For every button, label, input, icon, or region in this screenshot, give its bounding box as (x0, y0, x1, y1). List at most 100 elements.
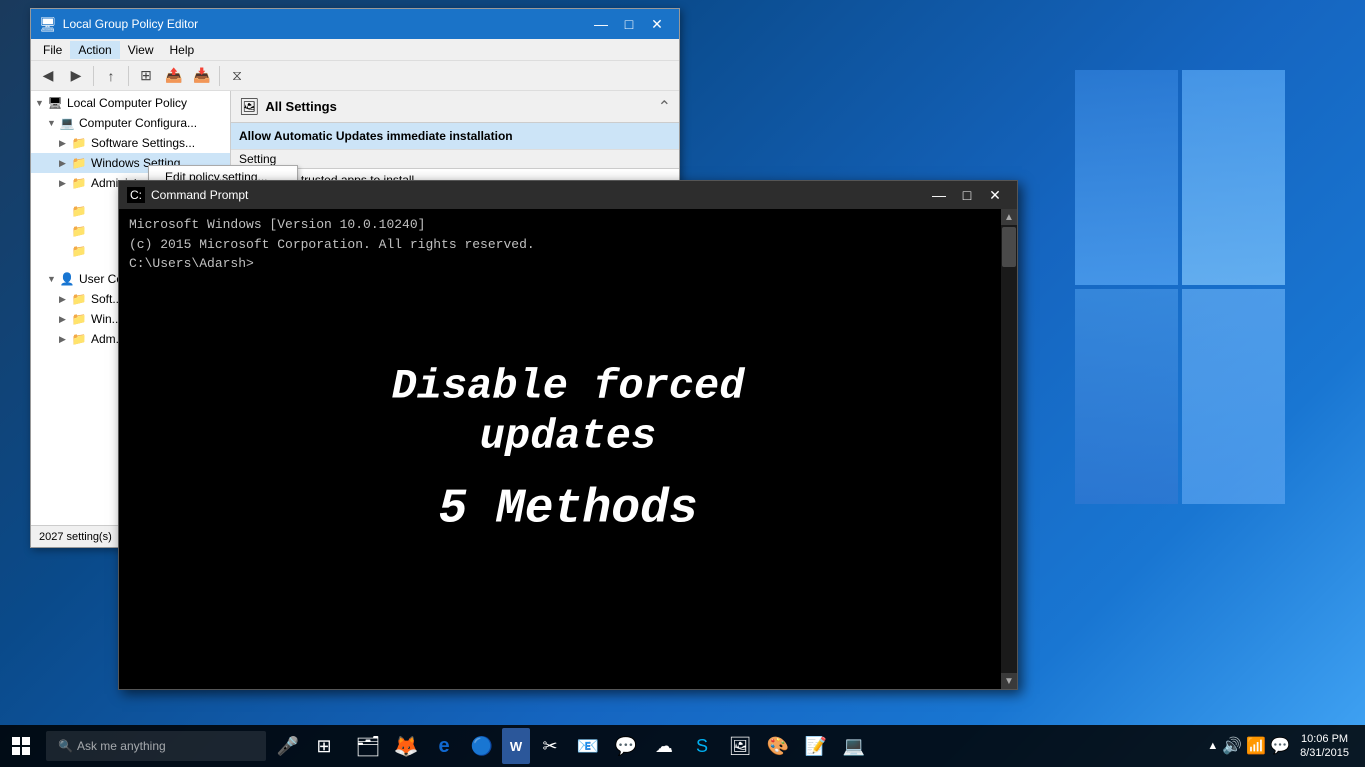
cmd-scroll-thumb[interactable] (1002, 227, 1016, 267)
tray-volume-icon[interactable]: 🔊 (1222, 736, 1242, 756)
taskbar-cmd-icon[interactable]: 💻 (836, 728, 872, 764)
all-settings-title: All Settings (265, 99, 337, 114)
toolbar-forward-button[interactable]: ▶ (63, 64, 89, 88)
all-settings-sort-icon[interactable]: ⌃ (658, 97, 671, 117)
tree-icon-software: 📁 (71, 135, 87, 151)
highlighted-setting[interactable]: Allow Automatic Updates immediate instal… (231, 123, 679, 150)
taskbar-onedrive-icon[interactable]: ☁ (646, 728, 682, 764)
all-settings-icon: 🖼 (239, 97, 259, 117)
cmd-prompt: C:\Users\Adarsh> (129, 254, 1007, 274)
toolbar-filter-button[interactable]: ⧖ (224, 64, 250, 88)
taskbar-microphone-button[interactable]: 🎤 (270, 728, 306, 764)
tree-item-software-settings[interactable]: ▶ 📁 Software Settings... (31, 133, 230, 153)
toolbar-show-hide-button[interactable]: ⊞ (133, 64, 159, 88)
taskbar: 🔍 Ask me anything 🎤 ⊞ 🗂 🦊 e 🔵 W ✂ 📧 💬 ☁ … (0, 725, 1365, 767)
cmd-close-button[interactable]: ✕ (981, 182, 1009, 208)
toolbar-separator-3 (219, 66, 220, 86)
taskbar-chrome-icon[interactable]: 🔵 (464, 728, 500, 764)
desktop: 🖥 Local Group Policy Editor — □ ✕ File A… (0, 0, 1365, 767)
taskbar-firefox-icon[interactable]: 🦊 (388, 728, 424, 764)
col-header-setting: Setting (239, 152, 671, 166)
tree-item-computer-config[interactable]: ▼ 💻 Computer Configura... (31, 113, 230, 133)
tree-icon-root: 🖥 (47, 95, 63, 111)
taskbar-search-bar[interactable]: 🔍 Ask me anything (46, 731, 266, 761)
toolbar-separator-2 (128, 66, 129, 86)
tree-icon-user-windows: 📁 (71, 311, 87, 327)
cmd-scrollbar[interactable]: ▲ ▼ (1001, 209, 1017, 689)
windows-start-icon (12, 737, 30, 755)
toolbar-back-button[interactable]: ◀ (35, 64, 61, 88)
tree-icon-user-admin: 📁 (71, 331, 87, 347)
taskbar-start-button[interactable] (0, 725, 42, 767)
cmd-content: Microsoft Windows [Version 10.0.10240] (… (119, 209, 1017, 280)
tree-item-root[interactable]: ▼ 🖥 Local Computer Policy (31, 93, 230, 113)
tree-label-root: Local Computer Policy (67, 96, 187, 110)
cmd-line1: Microsoft Windows [Version 10.0.10240] (129, 215, 1007, 235)
tray-show-hidden-icon[interactable]: ▲ (1207, 740, 1218, 752)
tree-icon-user: 👤 (59, 271, 75, 287)
gpe-titlebar: 🖥 Local Group Policy Editor — □ ✕ (31, 9, 679, 39)
taskbar-explorer-icon[interactable]: 🗂 (350, 728, 386, 764)
cmd-scroll-up[interactable]: ▲ (1001, 209, 1017, 225)
taskbar-word-icon[interactable]: W (502, 728, 530, 764)
cmd-overlay-line1: Disable forced updates (344, 362, 793, 463)
desktop-windows-logo (1075, 70, 1285, 500)
gpe-maximize-button[interactable]: □ (615, 10, 643, 38)
gpe-minimize-button[interactable]: — (587, 10, 615, 38)
taskbar-date: 8/31/2015 (1300, 746, 1349, 760)
gpe-title-icon: 🖥 (39, 16, 57, 33)
taskbar-clock[interactable]: 10:06 PM 8/31/2015 (1292, 732, 1357, 761)
toolbar-export-button[interactable]: 📤 (161, 64, 187, 88)
gpe-toolbar: ◀ ▶ ↑ ⊞ 📤 📥 ⧖ (31, 61, 679, 91)
taskbar-task-view-button[interactable]: ⊞ (306, 728, 342, 764)
taskbar-paint-icon[interactable]: 🎨 (760, 728, 796, 764)
cmd-window: C: Command Prompt — □ ✕ Microsoft Window… (118, 180, 1018, 690)
taskbar-edge-icon[interactable]: e (426, 728, 462, 764)
taskbar-app-icons: 🗂 🦊 e 🔵 W ✂ 📧 💬 ☁ S 🖼 🎨 📝 💻 (350, 728, 872, 764)
tree-icon-empty2: 📁 (71, 223, 87, 239)
taskbar-skype2-icon[interactable]: S (684, 728, 720, 764)
menu-file[interactable]: File (35, 41, 70, 59)
taskbar-notepad-icon[interactable]: 📝 (798, 728, 834, 764)
cmd-title-icon: C: (127, 187, 145, 203)
menu-view[interactable]: View (120, 41, 162, 59)
taskbar-time: 10:06 PM (1301, 732, 1348, 746)
statusbar-text: 2027 setting(s) (39, 531, 112, 543)
tree-icon-user-software: 📁 (71, 291, 87, 307)
gpe-menubar: File Action View Help (31, 39, 679, 61)
cmd-overlay-line2: 5 Methods (344, 482, 793, 536)
tray-network-icon[interactable]: 📶 (1246, 736, 1266, 756)
tree-icon-admin: 📁 (71, 175, 87, 191)
taskbar-search-placeholder: Ask me anything (77, 739, 166, 753)
cmd-maximize-button[interactable]: □ (953, 182, 981, 208)
toolbar-separator-1 (93, 66, 94, 86)
taskbar-tray-icons: ▲ 🔊 📶 💬 (1207, 736, 1290, 756)
gpe-window-controls: — □ ✕ (587, 10, 671, 38)
all-settings-header: 🖼 All Settings ⌃ (231, 91, 679, 123)
taskbar-outlook-icon[interactable]: 📧 (570, 728, 606, 764)
gpe-title-text: Local Group Policy Editor (63, 17, 581, 31)
tree-icon-computer: 💻 (59, 115, 75, 131)
cmd-scroll-down[interactable]: ▼ (1001, 673, 1017, 689)
cmd-body: Microsoft Windows [Version 10.0.10240] (… (119, 209, 1017, 689)
highlighted-setting-title: Allow Automatic Updates immediate instal… (239, 129, 671, 143)
cmd-window-controls: — □ ✕ (925, 182, 1009, 208)
taskbar-scissors-icon[interactable]: ✂ (532, 728, 568, 764)
cmd-minimize-button[interactable]: — (925, 182, 953, 208)
tree-label-computer-config: Computer Configura... (79, 116, 197, 130)
taskbar-right-tray: ▲ 🔊 📶 💬 10:06 PM 8/31/2015 (1207, 732, 1365, 761)
menu-help[interactable]: Help (162, 41, 203, 59)
tray-notification-icon[interactable]: 💬 (1270, 736, 1290, 756)
toolbar-up-button[interactable]: ↑ (98, 64, 124, 88)
tree-icon-empty1: 📁 (71, 203, 87, 219)
cmd-overlay-text: Disable forced updates 5 Methods (344, 362, 793, 537)
gpe-close-button[interactable]: ✕ (643, 10, 671, 38)
cmd-title-text: Command Prompt (151, 188, 919, 202)
search-icon: 🔍 (58, 739, 73, 753)
menu-action[interactable]: Action (70, 41, 119, 59)
tree-label-software-settings: Software Settings... (91, 136, 195, 150)
taskbar-skype-icon[interactable]: 💬 (608, 728, 644, 764)
toolbar-import-button[interactable]: 📥 (189, 64, 215, 88)
taskbar-photos-icon[interactable]: 🖼 (722, 728, 758, 764)
settings-columns: Setting (231, 150, 679, 169)
